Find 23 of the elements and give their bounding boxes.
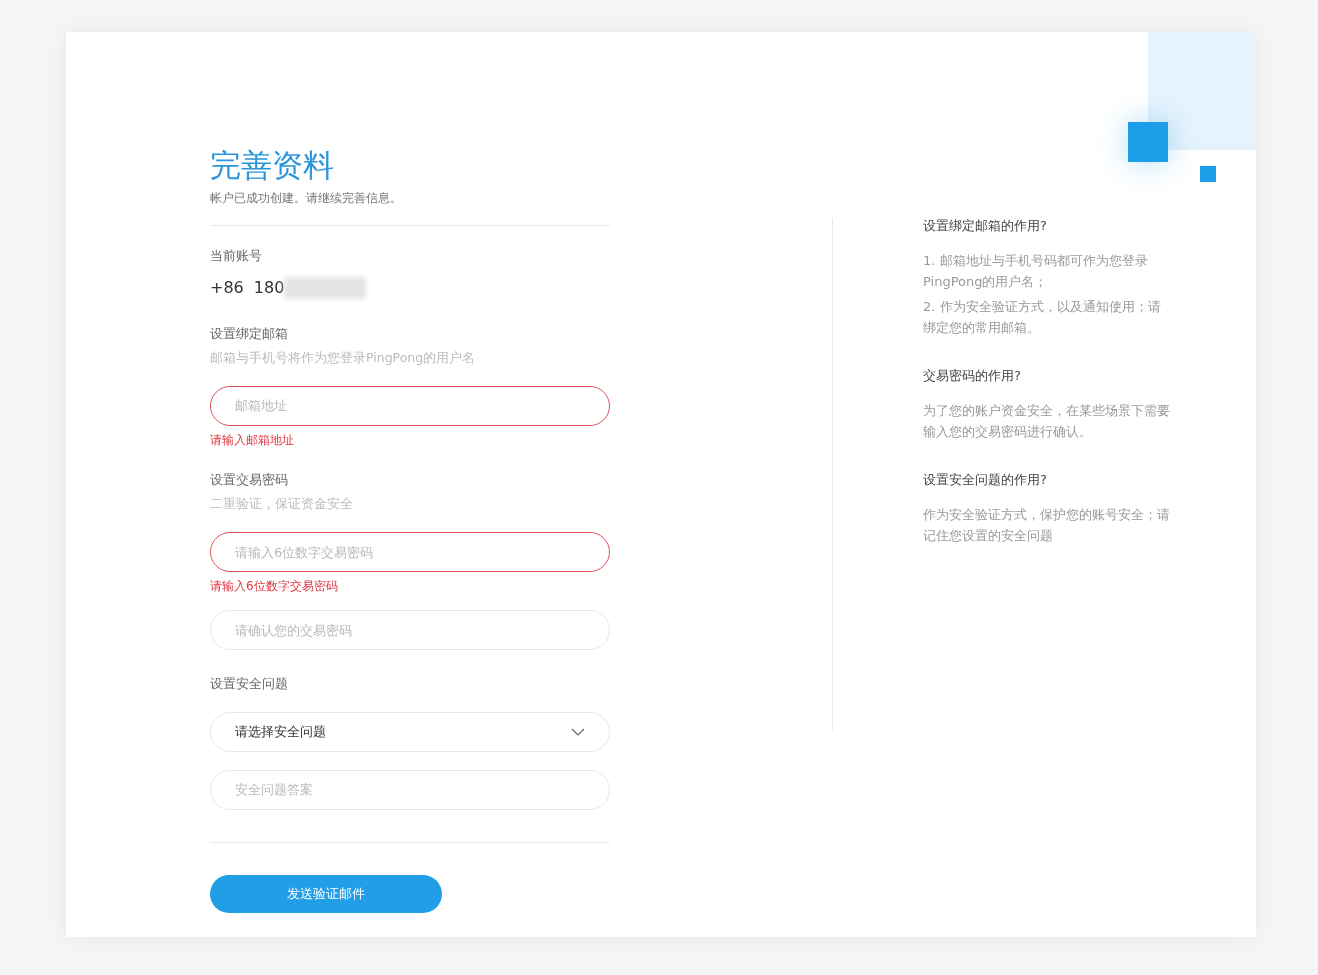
subtitle: 帐户已成功创建。请继续完善信息。 bbox=[210, 190, 403, 207]
section-label: 设置安全问题 bbox=[210, 675, 289, 693]
help-question: 设置绑定邮箱的作用? bbox=[923, 217, 1048, 235]
chevron-down-icon bbox=[571, 727, 585, 736]
country-code: +86 bbox=[210, 276, 244, 299]
help-answer: 为了您的账户资金安全，在某些场景下需要输入您的交易密码进行确认。 bbox=[923, 402, 1171, 441]
section-hint: 邮箱与手机号将作为您登录PingPong的用户名 bbox=[210, 349, 477, 367]
error-message: 请输入6位数字交易密码 bbox=[210, 580, 339, 592]
input-field[interactable]: 请输入6位数字交易密码 bbox=[210, 532, 610, 572]
help-answer: 2. 作为安全验证方式，以及通知使用；请绑定您的常用邮箱。 bbox=[923, 298, 1162, 337]
help-question: 设置安全问题的作用? bbox=[923, 471, 1048, 489]
help-answer: 1. 邮箱地址与手机号码都可作为您登录PingPong的用户名； bbox=[923, 252, 1149, 291]
input-field[interactable]: 邮箱地址 bbox=[210, 385, 610, 426]
phone-number: 180 bbox=[253, 276, 285, 299]
error-message: 请输入邮箱地址 bbox=[210, 433, 295, 446]
security-question-select[interactable]: 请选择安全问题 bbox=[210, 711, 610, 752]
section-label: 设置绑定邮箱 bbox=[210, 324, 289, 343]
page-title: 完善资料 bbox=[210, 150, 335, 181]
help-question: 交易密码的作用? bbox=[923, 367, 1022, 385]
help-answer: 作为安全验证方式，保护您的账号安全；请记住您设置的安全问题 bbox=[923, 506, 1171, 545]
account-label: 当前账号 bbox=[210, 247, 263, 265]
section-label: 设置交易密码 bbox=[210, 470, 289, 489]
section-hint: 二重验证，保证资金安全 bbox=[210, 495, 354, 514]
